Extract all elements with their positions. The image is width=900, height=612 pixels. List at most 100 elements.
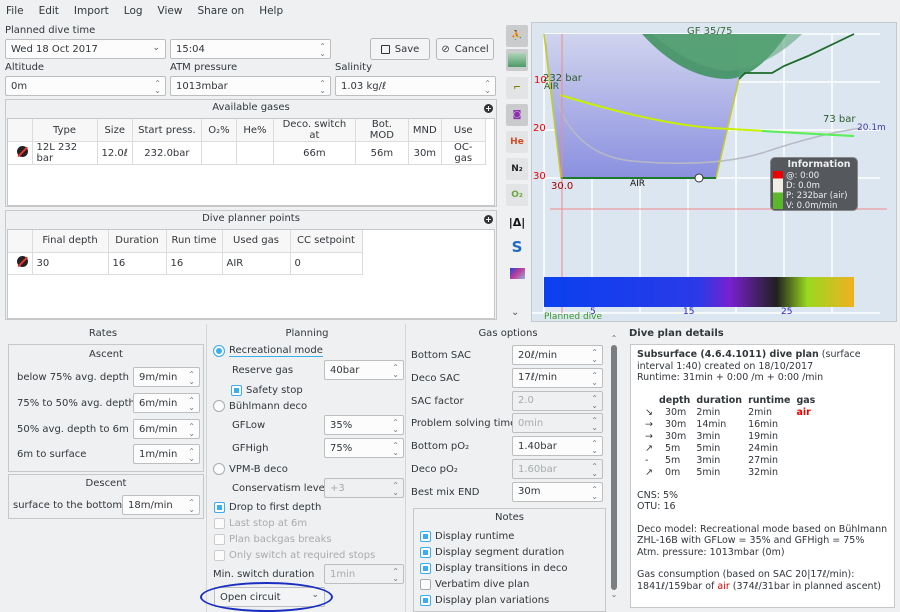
time-spinbox[interactable]: 15:04 ⌃ ⌄ — [170, 39, 331, 59]
conservatism-spinbox[interactable]: +3 ⌃ ⌄ — [324, 478, 404, 498]
col-run-time[interactable]: Run time — [166, 230, 223, 253]
note-checkbox[interactable]: Display runtime — [420, 529, 514, 543]
direction-icon: ↗ — [645, 466, 653, 478]
ruler-icon[interactable]: |Δ| — [506, 211, 528, 233]
descent-rate-spinbox[interactable]: 18m/min ⌃ ⌄ — [122, 495, 200, 515]
point-final-depth[interactable]: 30 — [32, 252, 109, 275]
col-size[interactable]: Size — [97, 119, 133, 142]
menu-view[interactable]: View — [158, 5, 183, 17]
col-used-gas[interactable]: Used gas — [222, 230, 291, 253]
add-point-icon[interactable]: + — [484, 215, 493, 224]
gfhigh-spinbox[interactable]: 75% ⌃ ⌄ — [324, 438, 404, 458]
altitude-spinbox[interactable]: 0m ⌃ ⌄ — [5, 76, 166, 96]
recreational-mode-radio[interactable]: Recreational mode — [213, 344, 323, 358]
only-switch-checkbox[interactable]: Only switch at required stops — [214, 548, 375, 562]
safety-stop-checkbox[interactable]: Safety stop — [231, 383, 303, 397]
gas-bot-mod[interactable]: 56m — [355, 141, 409, 165]
gas-type[interactable]: 12L 232 bar — [32, 141, 98, 165]
menu-share[interactable]: Share on — [197, 5, 244, 17]
point-cc-setpoint[interactable]: 0 — [290, 252, 363, 275]
col-start-press[interactable]: Start press. — [132, 119, 202, 142]
tissue-icon[interactable] — [506, 49, 528, 71]
gas-he[interactable] — [236, 141, 274, 165]
delete-point-icon[interactable] — [16, 256, 28, 267]
plan-depth: 5m — [664, 442, 681, 454]
he-icon[interactable]: He — [506, 131, 528, 153]
col-mnd[interactable]: MND — [408, 119, 442, 142]
date-select[interactable]: Wed 18 Oct 2017 ⌄ — [5, 39, 166, 59]
gas-option-spinbox[interactable]: 2.0 ⌃ ⌄ — [512, 390, 603, 411]
gflow-spinbox[interactable]: 35% ⌃ ⌄ — [324, 415, 404, 435]
plan-row: ↗ 0m 5min 32min — [645, 467, 821, 479]
gas-option-spinbox[interactable]: 20ℓ/min ⌃ ⌄ — [512, 345, 603, 365]
planner-point-handle[interactable] — [694, 173, 704, 183]
gas-o2[interactable] — [201, 141, 237, 165]
col-cc-setpoint[interactable]: CC setpoint — [290, 230, 363, 253]
cancel-button[interactable]: ⊘ Cancel — [436, 38, 494, 60]
gas-size[interactable]: 12.0ℓ — [97, 141, 133, 165]
scroll-down-icon[interactable]: ⌄ — [609, 590, 619, 599]
menu-help[interactable]: Help — [259, 5, 283, 17]
col-use[interactable]: Use — [441, 119, 486, 142]
salinity-spinbox[interactable]: 1.03 kg/ℓ ⌃ ⌄ — [335, 76, 496, 96]
delete-gas-icon[interactable] — [16, 146, 28, 157]
col-final-depth[interactable]: Final depth — [32, 230, 109, 253]
menu-import[interactable]: Import — [74, 5, 109, 17]
gas-option-spinbox[interactable]: 1.40bar ⌃ ⌄ — [512, 436, 603, 457]
checkbox-checked-icon — [214, 501, 225, 513]
gas-option-spinbox[interactable]: 1.60bar ⌃ ⌄ — [512, 459, 603, 479]
menu-edit[interactable]: Edit — [39, 5, 59, 17]
s-icon[interactable]: S — [506, 236, 528, 258]
note-checkbox[interactable]: Verbatim dive plan — [420, 577, 529, 591]
col-o2[interactable]: O₂% — [201, 119, 237, 142]
backgas-breaks-checkbox[interactable]: Plan backgas breaks — [214, 532, 332, 546]
min-switch-spinbox[interactable]: 1min ⌃ ⌄ — [324, 564, 404, 584]
save-button[interactable]: Save — [370, 38, 430, 60]
gas-use[interactable]: OC-gas — [441, 141, 486, 165]
n2-icon[interactable]: N₂ — [506, 158, 528, 180]
scroll-up-icon[interactable]: ⌃ — [609, 334, 619, 343]
gas-option-spinbox[interactable]: 30m ⌃ ⌄ — [512, 481, 603, 502]
add-gas-icon[interactable]: + — [484, 104, 493, 113]
gas-options-scrollbar[interactable]: ⌃ ⌄ — [609, 334, 619, 610]
ceiling-icon[interactable]: ⛹ — [506, 25, 528, 47]
table-row[interactable]: 12L 232 bar 12.0ℓ 232.0bar 66m 56m 30m O… — [8, 141, 486, 165]
calculated-ceiling-icon[interactable]: ◙ — [506, 104, 528, 126]
scrollbar-thumb[interactable] — [611, 345, 617, 590]
drop-first-depth-checkbox[interactable]: Drop to first depth — [214, 500, 321, 514]
note-checkbox[interactable]: Display transitions in deco — [420, 561, 567, 575]
note-checkbox[interactable]: Display plan variations — [420, 593, 549, 607]
reserve-gas-spinbox[interactable]: 40bar ⌃ ⌄ — [324, 360, 404, 380]
menu-log[interactable]: Log — [124, 5, 143, 17]
last-stop-checkbox[interactable]: Last stop at 6m — [214, 516, 307, 530]
col-type[interactable]: Type — [32, 119, 98, 142]
col-he[interactable]: He% — [236, 119, 274, 142]
gas-option-spinbox[interactable]: 0min ⌃ ⌄ — [512, 413, 603, 434]
dive-profile-graph[interactable]: GF 35/75 10 20 30 232 bar AIR 73 bar 20.… — [531, 22, 897, 322]
plan-duration: 3min — [696, 454, 721, 466]
deco-stop-icon[interactable]: ⌐ — [506, 77, 528, 99]
gas-mnd[interactable]: 30m — [408, 141, 442, 165]
point-run-time[interactable]: 16 — [166, 252, 223, 275]
point-duration[interactable]: 16 — [108, 252, 167, 275]
col-deco-switch[interactable]: Deco. switch at — [273, 119, 356, 142]
buhlmann-deco-radio[interactable]: Bühlmann deco — [213, 399, 307, 413]
gas-option-spinbox[interactable]: 17ℓ/min ⌃ ⌄ — [512, 367, 603, 388]
ascent-rate-2-spinbox[interactable]: 6m/min ⌃ ⌄ — [133, 393, 200, 413]
heatmap-icon[interactable] — [506, 262, 528, 284]
col-duration[interactable]: Duration — [108, 230, 167, 253]
chevron-down-icon[interactable]: ⌄ — [511, 307, 519, 318]
gas-deco-switch[interactable]: 66m — [273, 141, 356, 165]
menu-file[interactable]: File — [6, 5, 24, 17]
note-checkbox[interactable]: Display segment duration — [420, 545, 564, 559]
col-bot-mod[interactable]: Bot. MOD — [355, 119, 409, 142]
ascent-rate-1-spinbox[interactable]: 9m/min ⌃ ⌄ — [133, 367, 200, 387]
ascent-rate-4-spinbox[interactable]: 1m/min ⌃ ⌄ — [133, 444, 200, 464]
point-used-gas[interactable]: AIR — [222, 252, 291, 275]
vpmb-deco-radio[interactable]: VPM-B deco — [213, 462, 288, 476]
gas-start-press[interactable]: 232.0bar — [132, 141, 202, 165]
table-row[interactable]: 30 16 16 AIR 0 — [8, 252, 363, 275]
ascent-rate-3-spinbox[interactable]: 6m/min ⌃ ⌄ — [133, 419, 200, 439]
atm-pressure-spinbox[interactable]: 1013mbar ⌃ ⌄ — [170, 76, 331, 96]
o2-icon[interactable]: O₂ — [506, 184, 528, 206]
